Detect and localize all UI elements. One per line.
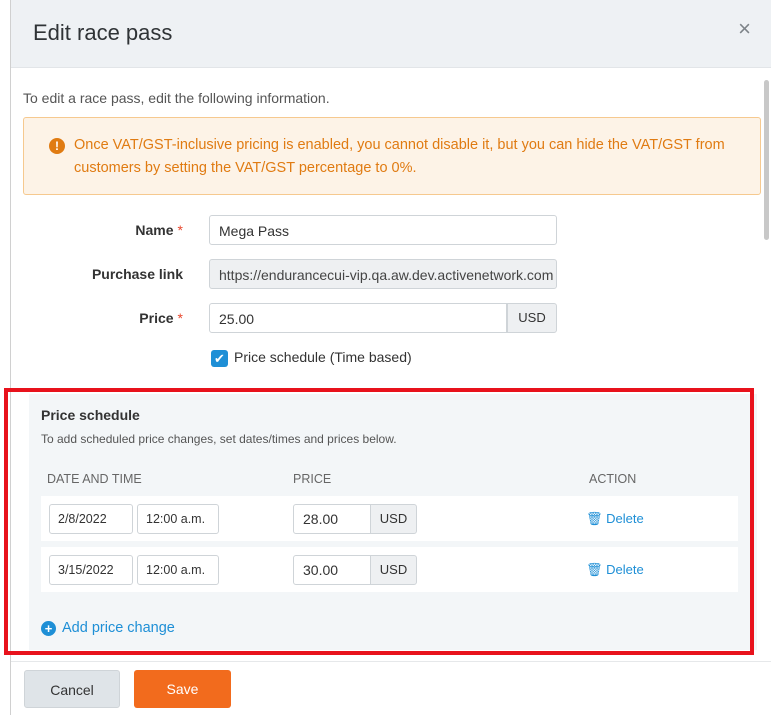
footer-divider [11, 661, 771, 662]
purchase-link-label: Purchase link [91, 266, 183, 282]
name-label-text: Name [135, 222, 174, 238]
purchase-link-field[interactable]: https://endurancecui-vip.qa.aw.dev.activ… [209, 259, 557, 289]
price-label: Price * [139, 310, 183, 326]
required-mark: * [177, 222, 183, 238]
purchase-link-row: Purchase link https://endurancecui-vip.q… [11, 259, 771, 289]
warning-text: Once VAT/GST-inclusive pricing is enable… [74, 137, 725, 176]
price-schedule-checkbox-label: Price schedule (Time based) [234, 349, 412, 365]
alert-circle-icon: ! [49, 138, 65, 154]
price-label-text: Price [139, 310, 174, 326]
price-field[interactable]: 25.00 [209, 303, 507, 333]
name-field[interactable]: Mega Pass [209, 215, 557, 245]
close-icon[interactable]: × [738, 18, 751, 40]
price-schedule-checkbox-row[interactable]: ✔ Price schedule (Time based) [211, 349, 412, 367]
save-button[interactable]: Save [134, 670, 231, 708]
modal-title: Edit race pass [33, 20, 173, 45]
vat-warning-alert: ! Once VAT/GST-inclusive pricing is enab… [23, 117, 761, 195]
modal-header: Edit race pass × [11, 0, 771, 68]
required-mark: * [177, 310, 183, 326]
name-label: Name * [135, 222, 183, 238]
price-row: Price * 25.00 USD [11, 303, 771, 333]
price-schedule-checkbox[interactable]: ✔ [211, 349, 228, 367]
name-row: Name * Mega Pass [11, 215, 771, 245]
intro-text: To edit a race pass, edit the following … [23, 90, 330, 106]
highlight-box [4, 388, 754, 655]
cancel-button[interactable]: Cancel [24, 670, 120, 708]
currency-addon: USD [507, 303, 557, 333]
